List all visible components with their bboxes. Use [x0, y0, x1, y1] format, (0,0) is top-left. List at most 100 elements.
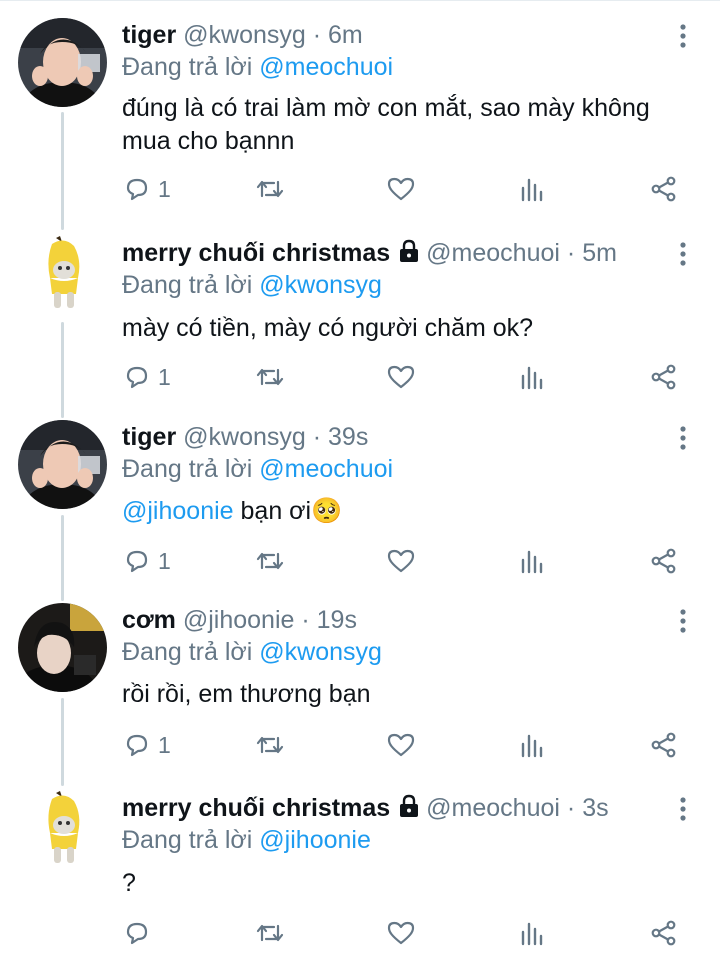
analytics-button[interactable]	[519, 171, 545, 207]
share-icon	[651, 176, 676, 202]
retweet-button[interactable]	[255, 915, 285, 951]
analytics-button[interactable]	[519, 727, 545, 763]
retweet-button[interactable]	[255, 359, 285, 395]
reply-button[interactable]: 1	[124, 727, 171, 763]
more-icon[interactable]	[674, 608, 692, 634]
reply-count: 1	[158, 175, 171, 202]
tweet-text: đúng là có trai làm mờ con mắt, sao mày …	[122, 94, 650, 155]
avatar[interactable]	[18, 18, 107, 107]
share-button[interactable]	[650, 171, 678, 207]
tweet[interactable]: merry chuối christmas @meochuoi · 3s Đang…	[0, 783, 720, 957]
avatar[interactable]	[40, 234, 88, 312]
reply-icon	[126, 550, 148, 573]
retweet-button[interactable]	[255, 543, 285, 579]
text-mention[interactable]: @jihoonie	[122, 497, 234, 525]
share-button[interactable]	[650, 359, 678, 395]
reply-mention[interactable]: @kwonsyg	[259, 638, 382, 666]
tweet-actions: 1	[0, 727, 720, 763]
like-button[interactable]	[387, 543, 415, 579]
user-handle[interactable]: @jihoonie	[183, 606, 295, 634]
analytics-icon	[521, 550, 543, 574]
timestamp[interactable]: 6m	[328, 21, 363, 49]
tweet[interactable]: tiger @kwonsyg · 6m Đang trả lời @meochu…	[0, 0, 720, 230]
tweet-text: ?	[122, 869, 136, 897]
reply-count: 1	[158, 363, 171, 390]
user-handle[interactable]: @meochuoi	[426, 239, 560, 267]
share-icon	[651, 548, 676, 574]
user-handle[interactable]: @kwonsyg	[183, 21, 306, 49]
like-icon	[387, 177, 415, 201]
display-name[interactable]: merry chuối christmas	[122, 794, 390, 822]
replying-to: Đang trả lời @meochuoi	[122, 454, 393, 484]
like-button[interactable]	[387, 727, 415, 763]
timestamp[interactable]: 5m	[582, 239, 617, 267]
reply-mention[interactable]: @jihoonie	[259, 826, 371, 854]
reply-mention[interactable]: @kwonsyg	[259, 271, 382, 299]
tweet[interactable]: tiger @kwonsyg · 39s Đang trả lời @meoch…	[0, 416, 720, 599]
reply-icon	[126, 734, 148, 757]
tweet-actions	[0, 915, 720, 951]
lock-icon	[400, 239, 419, 262]
avatar[interactable]	[40, 789, 88, 867]
separator-dot: ·	[566, 794, 576, 822]
avatar[interactable]	[18, 420, 107, 509]
display-name[interactable]: tiger	[122, 21, 176, 49]
share-button[interactable]	[650, 543, 678, 579]
tweet-actions: 1	[0, 359, 720, 395]
like-button[interactable]	[387, 915, 415, 951]
timestamp[interactable]: 19s	[317, 606, 357, 634]
retweet-icon	[256, 180, 284, 198]
more-icon[interactable]	[674, 23, 692, 49]
like-icon	[387, 733, 415, 757]
reply-icon	[126, 922, 148, 945]
replying-to: Đang trả lời @kwonsyg	[122, 637, 382, 667]
analytics-button[interactable]	[519, 543, 545, 579]
analytics-button[interactable]	[519, 359, 545, 395]
replying-to: Đang trả lời @meochuoi	[122, 52, 393, 82]
tweet-text: @jihoonie bạn ơi🥺	[122, 495, 702, 528]
replying-label: Đang trả lời	[122, 53, 253, 81]
analytics-button[interactable]	[519, 915, 545, 951]
analytics-icon	[521, 922, 543, 946]
analytics-icon	[521, 734, 543, 758]
replying-label: Đang trả lời	[122, 638, 253, 666]
retweet-button[interactable]	[255, 171, 285, 207]
tweet[interactable]: merry chuối christmas @meochuoi · 5m Đang…	[0, 230, 720, 416]
reply-button[interactable]	[124, 915, 150, 951]
like-icon	[387, 921, 415, 945]
timestamp[interactable]: 39s	[328, 423, 368, 451]
text-body: bạn ơi	[233, 497, 312, 525]
user-handle[interactable]: @kwonsyg	[183, 423, 306, 451]
lock-icon	[400, 794, 419, 817]
avatar[interactable]	[18, 603, 107, 692]
reply-mention[interactable]: @meochuoi	[259, 455, 393, 483]
tweet-actions: 1	[0, 543, 720, 579]
like-button[interactable]	[387, 171, 415, 207]
reply-button[interactable]: 1	[124, 171, 171, 207]
more-icon[interactable]	[674, 241, 692, 267]
display-name[interactable]: cơm	[122, 606, 176, 634]
reply-mention[interactable]: @meochuoi	[259, 53, 393, 81]
tweet-header: cơm @jihoonie · 19s	[122, 605, 357, 635]
reply-icon	[126, 178, 148, 201]
display-name[interactable]: tiger	[122, 423, 176, 451]
timestamp[interactable]: 3s	[582, 794, 608, 822]
more-icon[interactable]	[674, 425, 692, 451]
pleading-face-emoji: 🥺	[311, 497, 343, 525]
separator-dot: ·	[566, 239, 576, 267]
more-icon[interactable]	[674, 796, 692, 822]
reply-button[interactable]: 1	[124, 543, 171, 579]
analytics-icon	[521, 178, 543, 202]
share-button[interactable]	[650, 727, 678, 763]
share-icon	[651, 732, 676, 758]
like-button[interactable]	[387, 359, 415, 395]
tweet[interactable]: cơm @jihoonie · 19s Đang trả lời @kwonsy…	[0, 599, 720, 783]
tweet-text: rồi rồi, em thương bạn	[122, 680, 371, 708]
retweet-icon	[256, 736, 284, 754]
retweet-icon	[256, 368, 284, 386]
display-name[interactable]: merry chuối christmas	[122, 239, 390, 267]
share-button[interactable]	[650, 915, 678, 951]
retweet-button[interactable]	[255, 727, 285, 763]
user-handle[interactable]: @meochuoi	[426, 794, 560, 822]
reply-button[interactable]: 1	[124, 359, 171, 395]
